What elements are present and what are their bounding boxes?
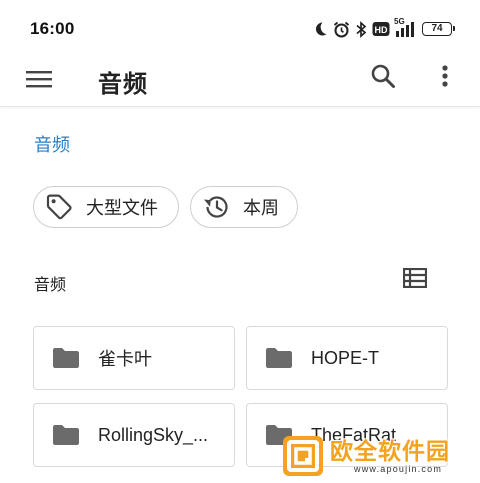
list-view-button[interactable] bbox=[400, 265, 430, 295]
chip-this-week[interactable]: 本周 bbox=[190, 186, 298, 228]
moon-icon bbox=[312, 21, 328, 37]
status-bar: 16:00 HD 5G 74 bbox=[0, 0, 480, 58]
folder-label: RollingSky_... bbox=[98, 424, 209, 445]
menu-button[interactable] bbox=[24, 66, 54, 96]
watermark-text: 欧全软件园 bbox=[330, 437, 450, 464]
page-title: 音频 bbox=[98, 71, 148, 98]
app-bar: 音频 bbox=[0, 58, 480, 107]
chip-label: 本周 bbox=[243, 198, 279, 218]
battery-icon: 74 bbox=[422, 22, 455, 36]
folder-card[interactable]: HOPE-T bbox=[246, 326, 448, 390]
hd-label: HD bbox=[375, 25, 388, 35]
watermark-url: www.apoujin.com bbox=[354, 463, 443, 474]
chip-label: 大型文件 bbox=[86, 198, 158, 218]
network-label: 5G bbox=[394, 17, 405, 26]
breadcrumb[interactable]: 音频 bbox=[34, 131, 70, 157]
folder-icon bbox=[52, 423, 80, 447]
search-icon bbox=[370, 63, 396, 94]
menu-icon bbox=[26, 69, 52, 94]
signal-icon: 5G bbox=[394, 17, 415, 37]
watermark: 欧全软件园 www.apoujin.com bbox=[280, 432, 476, 480]
folder-label: HOPE-T bbox=[311, 347, 380, 368]
folder-icon bbox=[265, 346, 293, 370]
status-time: 16:00 bbox=[30, 19, 75, 38]
section-title: 音频 bbox=[34, 277, 67, 294]
list-view-icon bbox=[402, 267, 428, 293]
status-icons: HD 5G 74 bbox=[312, 17, 455, 38]
battery-level: 74 bbox=[431, 23, 443, 34]
hd-icon: HD bbox=[372, 21, 390, 37]
chip-large-files[interactable]: 大型文件 bbox=[33, 186, 179, 228]
folder-icon bbox=[52, 346, 80, 370]
folder-card[interactable]: RollingSky_... bbox=[33, 403, 235, 467]
alarm-icon bbox=[333, 21, 350, 38]
more-options-button[interactable] bbox=[432, 63, 458, 93]
tag-icon bbox=[44, 192, 74, 222]
bluetooth-icon bbox=[355, 20, 367, 38]
history-icon bbox=[201, 192, 231, 222]
watermark-logo-icon bbox=[280, 433, 326, 479]
folder-label: 雀卡叶 bbox=[98, 349, 152, 369]
screen: 16:00 HD 5G 74 音频 音频 大型文件 本周 音频 雀卡叶 HOPE… bbox=[0, 0, 480, 483]
folder-card[interactable]: 雀卡叶 bbox=[33, 326, 235, 390]
watermark-text-box: 欧全软件园 www.apoujin.com bbox=[330, 438, 450, 475]
more-vert-icon bbox=[441, 64, 449, 93]
search-button[interactable] bbox=[368, 63, 398, 93]
